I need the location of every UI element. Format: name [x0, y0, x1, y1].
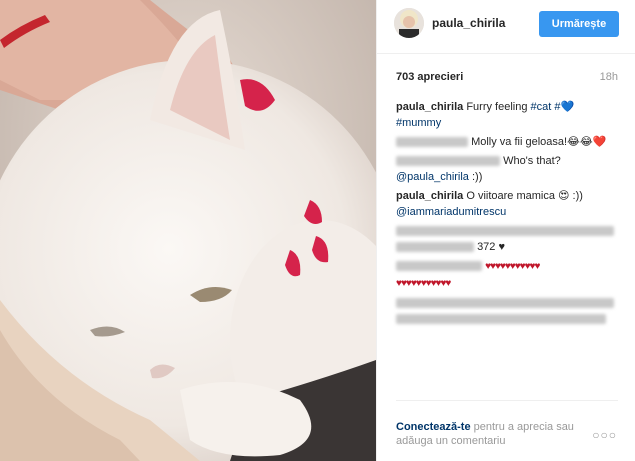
hashtag-link[interactable]: #cat: [531, 101, 552, 113]
comment-text: :)): [472, 171, 483, 183]
blurred-username: [396, 261, 482, 272]
likes-count[interactable]: 703 aprecieri: [396, 71, 463, 83]
blurred-username: [396, 137, 468, 148]
post-sidebar: paula_chirila Urmărește 703 aprecieri 18…: [376, 0, 635, 461]
comments-list: paula_chirila Furry feeling #cat #💙 #mum…: [396, 99, 624, 330]
comment: Molly va fii geloasa!😂😂❤️: [396, 134, 624, 150]
comment: 372 ♥: [396, 223, 624, 255]
comment-text: Molly va fii geloasa!😂😂❤️: [471, 136, 607, 148]
comment-text: 372 ♥: [477, 241, 506, 253]
login-prompt: Conectează-te pentru a aprecia sau adăug…: [396, 420, 596, 448]
more-options-icon[interactable]: ○○○: [592, 428, 617, 442]
post-photo: [0, 0, 376, 461]
hashtag-link[interactable]: #mummy: [396, 117, 441, 129]
comment: ♥♥♥♥♥♥♥♥♥♥♥ ♥♥♥♥♥♥♥♥♥♥♥: [396, 258, 624, 292]
divider: [396, 400, 618, 401]
follow-button[interactable]: Urmărește: [539, 11, 619, 37]
blurred-text: [396, 298, 614, 309]
blurred-username: [396, 156, 500, 167]
username[interactable]: paula_chirila: [432, 16, 505, 30]
comment: paula_chirila Furry feeling #cat #💙 #mum…: [396, 99, 624, 131]
comment-text: Furry feeling: [466, 101, 528, 113]
avatar[interactable]: [394, 8, 424, 38]
comment-username[interactable]: paula_chirila: [396, 101, 463, 113]
post-header: paula_chirila Urmărește: [377, 0, 635, 54]
post-timestamp[interactable]: 18h: [600, 71, 618, 83]
comment-text: Who's that?: [503, 155, 561, 167]
blurred-text: [396, 226, 614, 237]
comment-username[interactable]: paula_chirila: [396, 190, 463, 202]
comment: paula_chirila O viitoare mamica 😍 :)) @i…: [396, 188, 624, 220]
comment: [396, 295, 624, 327]
comment-text: O viitoare mamica 😍 :)): [466, 190, 583, 202]
login-link[interactable]: Conectează-te: [396, 421, 471, 433]
blurred-username: [396, 242, 474, 253]
hearts-emoji: ♥♥♥♥♥♥♥♥♥♥♥: [485, 261, 540, 272]
comment: Who's that? @paula_chirila :)): [396, 153, 624, 185]
hearts-emoji: ♥♥♥♥♥♥♥♥♥♥♥: [396, 278, 451, 289]
heart-emoji: 💙: [560, 101, 575, 113]
mention-link[interactable]: @paula_chirila: [396, 171, 469, 183]
blurred-text: [396, 314, 606, 325]
mention-link[interactable]: @iammariadumitrescu: [396, 206, 506, 218]
